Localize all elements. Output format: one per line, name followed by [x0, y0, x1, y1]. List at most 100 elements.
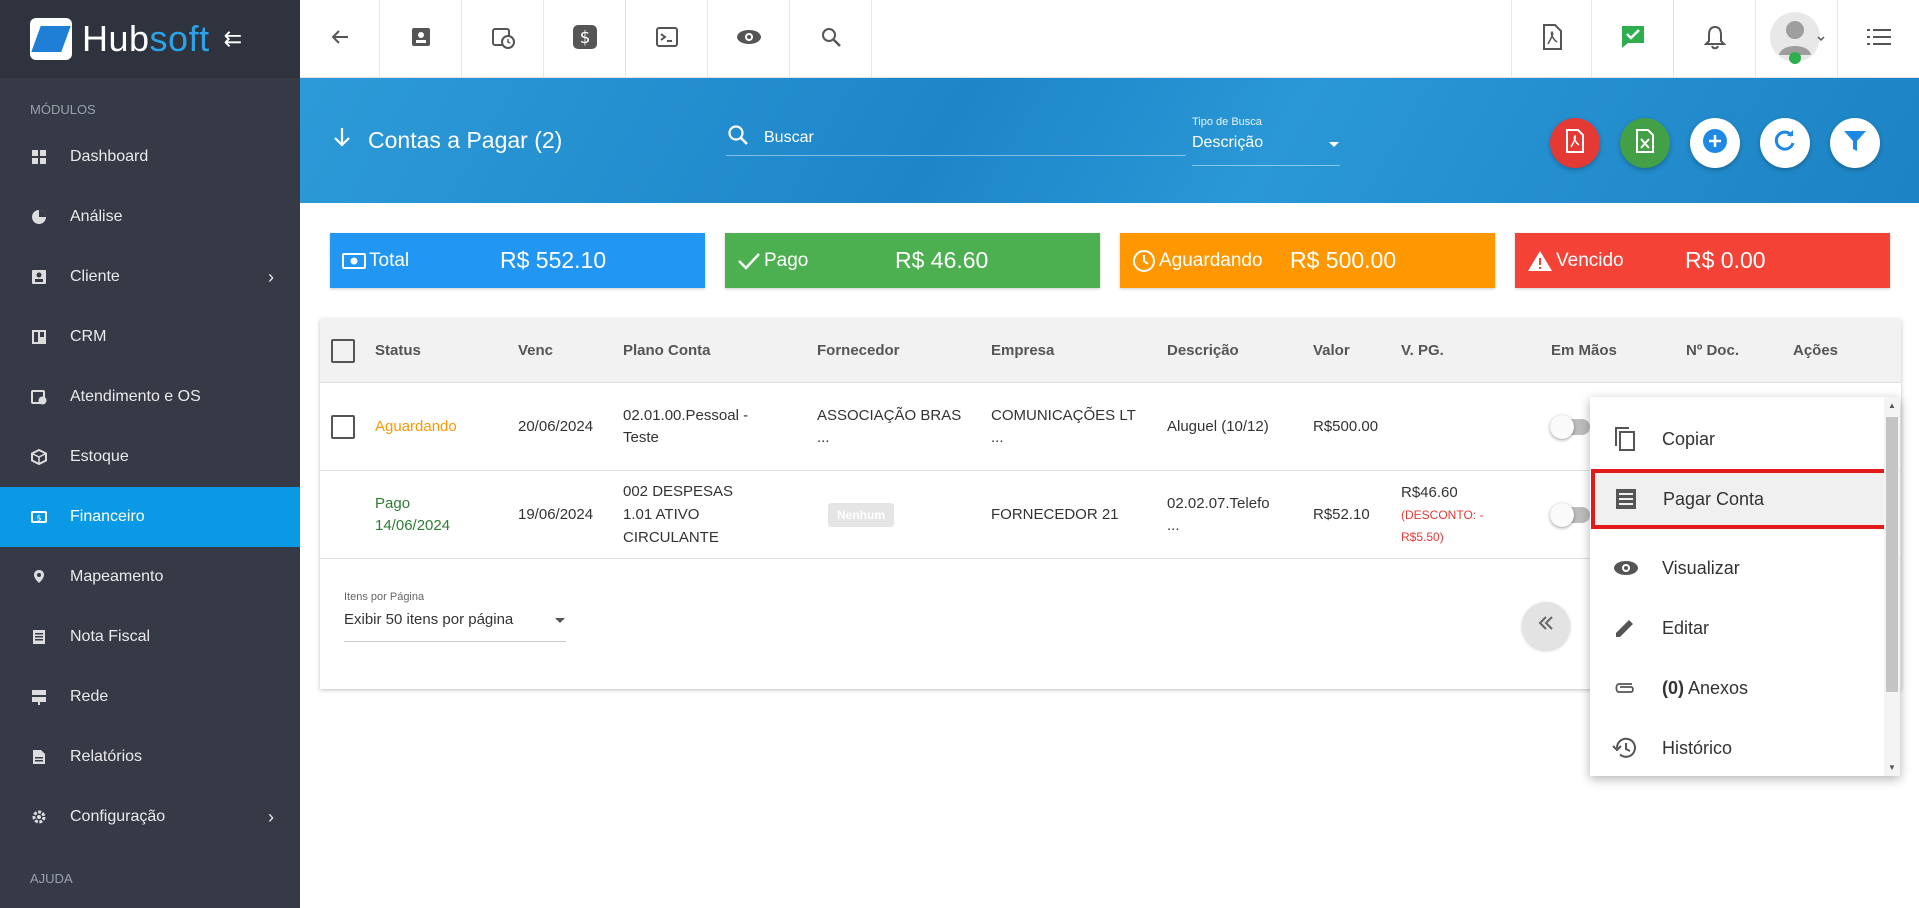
sidebar-item-estoque[interactable]: Estoque — [0, 427, 300, 487]
row-venc: 19/06/2024 — [518, 506, 594, 523]
sidebar-item-rede[interactable]: Rede — [0, 667, 300, 727]
tasks-button[interactable] — [1591, 0, 1673, 78]
summary-card-aguardando[interactable]: Aguardando R$ 500.00 — [1120, 233, 1495, 288]
sidebar-item-dashboard[interactable]: Dashboard — [0, 127, 300, 187]
menu-item-label: Pagar Conta — [1663, 488, 1765, 509]
row-venc: 20/06/2024 — [518, 418, 594, 435]
menu-list-button[interactable] — [1837, 0, 1919, 78]
col-header-emmaos[interactable]: Em Mãos — [1551, 342, 1617, 359]
logo-text: Hubsoft — [82, 18, 210, 59]
clients-button[interactable] — [380, 0, 462, 78]
col-header-status[interactable]: Status — [375, 342, 421, 359]
scroll-down-icon[interactable]: ▼ — [1888, 763, 1896, 772]
menu-item-label: Visualizar — [1662, 557, 1740, 578]
sidebar-item-label: Relatórios — [70, 748, 143, 765]
prev-page-button[interactable] — [1522, 602, 1570, 650]
terminal-button[interactable] — [626, 0, 708, 78]
col-header-fornecedor[interactable]: Fornecedor — [817, 342, 900, 359]
sidebar-item-mapeamento[interactable]: Mapeamento — [0, 547, 300, 607]
summary-card-total[interactable]: Total R$ 552.10 — [330, 233, 705, 288]
add-button[interactable] — [1690, 118, 1740, 168]
col-header-venc[interactable]: Venc — [518, 342, 553, 359]
chevron-right-icon: › — [268, 266, 274, 287]
em-maos-toggle[interactable] — [1550, 502, 1590, 527]
view-button[interactable] — [708, 0, 790, 78]
finance-button[interactable]: $ — [544, 0, 626, 78]
menu-item-visualizar[interactable]: Visualizar — [1590, 538, 1900, 598]
user-menu-button[interactable] — [1755, 0, 1837, 78]
items-per-page-select[interactable]: Itens por Página Exibir 50 itens por pág… — [344, 591, 566, 642]
pdf-file-icon — [1564, 128, 1586, 158]
summary-card-label: Pago — [764, 249, 809, 271]
sidebar-item-financeiro[interactable]: $ Financeiro — [0, 487, 300, 547]
sidebar-item-label: Estoque — [70, 448, 129, 465]
row-checkbox[interactable] — [331, 414, 355, 439]
svg-text:$: $ — [579, 28, 590, 48]
sidebar-item-relatorios[interactable]: Relatórios — [0, 727, 300, 787]
row-descricao: 02.02.07.Telefo... — [1167, 494, 1270, 534]
menu-item-label: Copiar — [1662, 428, 1716, 449]
menu-item-copiar[interactable]: Copiar — [1590, 409, 1900, 469]
section-label-modules: MÓDULOS — [30, 102, 96, 117]
schedule-button[interactable] — [462, 0, 544, 78]
sidebar-item-configuracao[interactable]: Configuração › — [0, 787, 300, 847]
scroll-up-icon[interactable]: ▲ — [1888, 401, 1896, 410]
pencil-icon — [1612, 615, 1638, 641]
search-input[interactable] — [764, 128, 1164, 147]
summary-card-value: R$ 500.00 — [1290, 247, 1397, 273]
summary-card-value: R$ 0.00 — [1685, 247, 1766, 273]
menu-item-editar[interactable]: Editar — [1590, 598, 1900, 658]
col-header-ndoc[interactable]: Nº Doc. — [1686, 342, 1739, 359]
menu-item-label: Editar — [1662, 617, 1710, 638]
notifications-button[interactable] — [1673, 0, 1755, 78]
col-header-plano[interactable]: Plano Conta — [623, 342, 711, 359]
menu-item-label: Anexos — [1684, 677, 1749, 698]
sidebar-item-nota-fiscal[interactable]: Nota Fiscal — [0, 607, 300, 667]
col-header-descricao[interactable]: Descrição — [1167, 342, 1239, 359]
col-header-empresa[interactable]: Empresa — [991, 342, 1054, 359]
summary-card-pago[interactable]: Pago R$ 46.60 — [725, 233, 1100, 288]
sidebar-item-crm[interactable]: CRM — [0, 307, 300, 367]
cash-icon — [342, 252, 366, 270]
menu-scrollbar[interactable]: ▲ ▼ — [1884, 397, 1900, 776]
fornecedor-badge: Nenhum — [828, 503, 894, 527]
filter-button[interactable] — [1830, 118, 1880, 168]
col-header-valor[interactable]: Valor — [1313, 342, 1350, 359]
summary-card-vencido[interactable]: Vencido R$ 0.00 — [1515, 233, 1890, 288]
logo[interactable]: Hubsoft ⇇ — [0, 0, 300, 78]
back-button[interactable] — [300, 0, 380, 78]
refresh-button[interactable] — [1760, 118, 1810, 168]
sidebar-item-label: Dashboard — [70, 148, 149, 165]
export-pdf-button[interactable] — [1550, 118, 1600, 168]
menu-item-historico[interactable]: Histórico — [1590, 718, 1900, 778]
check-message-icon — [1620, 24, 1646, 55]
search-type-label: Tipo de Busca — [1192, 116, 1262, 128]
menu-item-anexos[interactable]: (0) Anexos — [1590, 658, 1900, 718]
row-status: Aguardando — [375, 418, 457, 435]
search-type-select[interactable]: Tipo de Busca Descrição — [1192, 116, 1340, 166]
row-valor: R$52.10 — [1313, 506, 1370, 523]
avatar — [1769, 9, 1825, 70]
search-button[interactable] — [790, 0, 872, 78]
page-title-text: Contas a Pagar (2) — [368, 127, 563, 153]
sidebar-item-atendimento[interactable]: Atendimento e OS — [0, 367, 300, 427]
sidebar-item-analise[interactable]: Análise — [0, 187, 300, 247]
collapse-sidebar-icon[interactable]: ⇇ — [224, 26, 242, 52]
chevrons-left-icon — [1536, 613, 1556, 639]
menu-scrollbar-thumb[interactable] — [1886, 417, 1898, 692]
pdf-file-icon — [1540, 23, 1564, 55]
pie-chart-icon — [30, 208, 48, 226]
row-empresa: COMUNICAÇÕES LT... — [991, 406, 1136, 446]
section-label-help: AJUDA — [30, 871, 73, 886]
export-excel-button[interactable] — [1620, 118, 1670, 168]
eye-icon — [1612, 555, 1638, 581]
calendar-clock-icon — [30, 388, 48, 406]
table-header: Status Venc Plano Conta Fornecedor Empre… — [320, 319, 1901, 383]
select-all-checkbox[interactable] — [331, 338, 355, 363]
pdf-export-button[interactable] — [1511, 0, 1591, 78]
em-maos-toggle[interactable] — [1550, 414, 1590, 439]
items-per-page-label: Itens por Página — [344, 591, 425, 603]
sidebar-item-cliente[interactable]: Cliente › — [0, 247, 300, 307]
menu-item-pagar-conta[interactable]: Pagar Conta — [1591, 469, 1896, 529]
col-header-vpg[interactable]: V. PG. — [1401, 342, 1444, 359]
